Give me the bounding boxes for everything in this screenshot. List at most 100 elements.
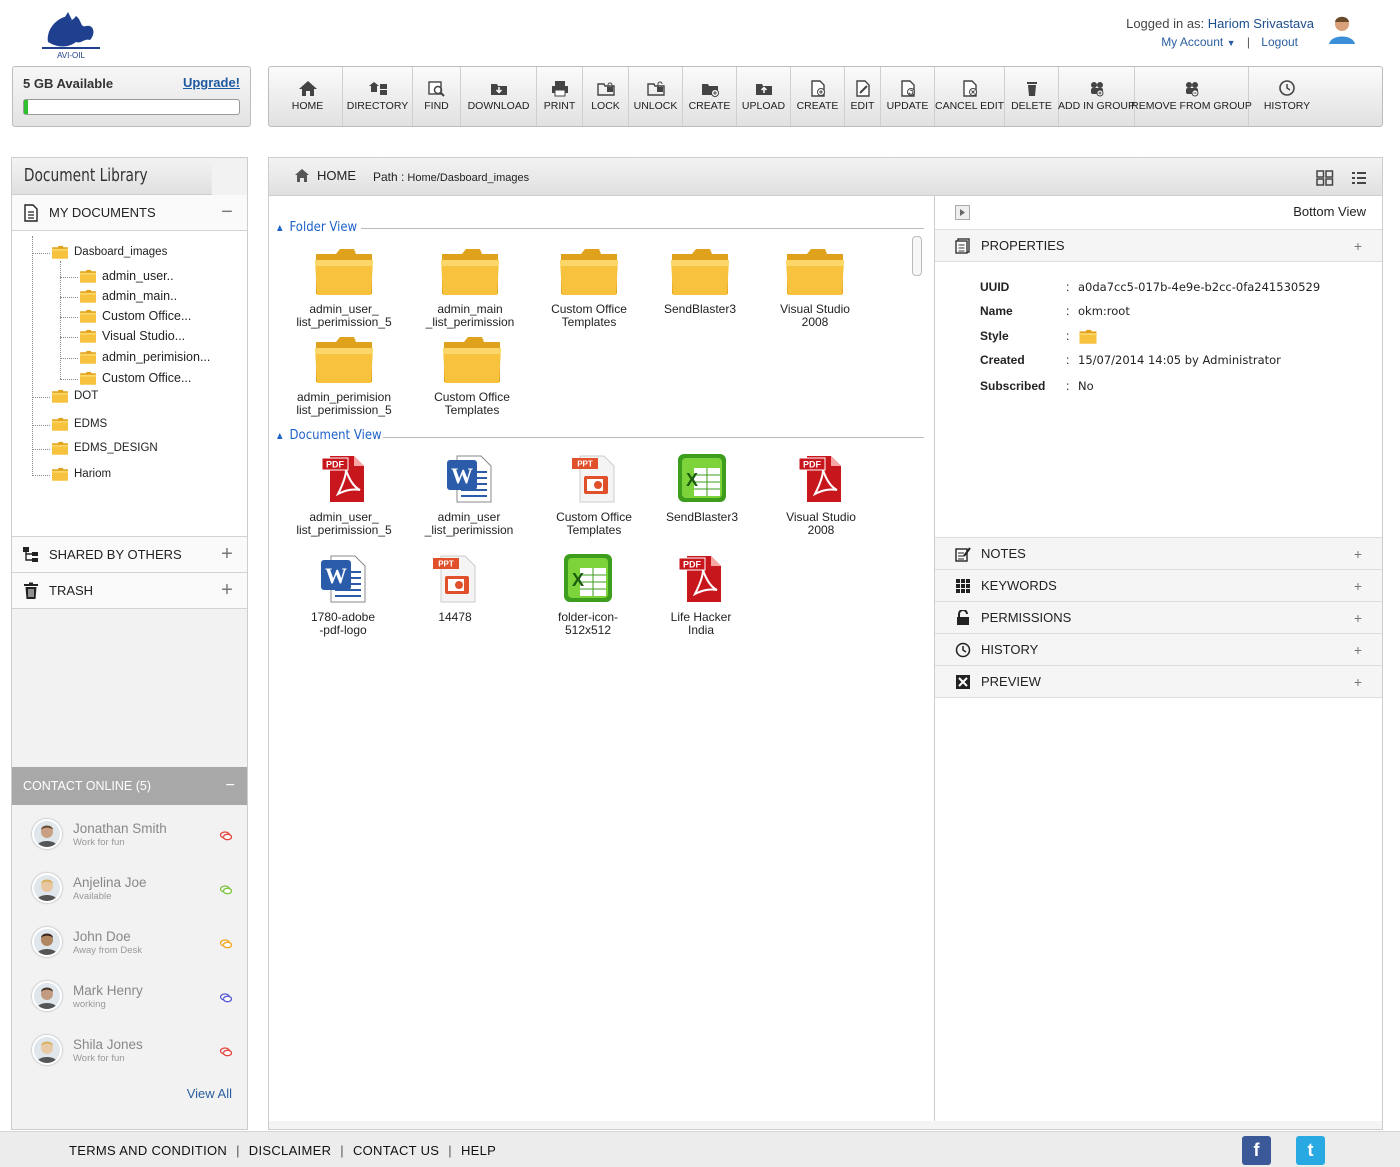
contact-item[interactable]: Jonathan Smith Work for fun [32,814,233,854]
logout-link[interactable]: Logout [1261,35,1298,49]
footer-link[interactable]: TERMS AND CONDITION [69,1143,227,1158]
toolbar-add-in-group-button[interactable]: ADD IN GROUP [1058,67,1135,126]
expand-icon[interactable]: + [1354,674,1362,690]
toolbar-edit-button[interactable]: EDIT [845,67,881,126]
folder-item[interactable]: Custom Office Templates [412,334,532,417]
section-notes[interactable]: NOTES + [935,538,1382,570]
toolbar-upload-button[interactable]: UPLOAD [737,67,791,126]
document-item[interactable]: PDF Life Hacker India [641,552,761,637]
expand-icon[interactable]: + [1354,578,1362,594]
expand-icon[interactable]: + [1354,546,1362,562]
user-avatar[interactable] [1326,12,1358,44]
footer-link[interactable]: DISCLAIMER [249,1143,331,1158]
tree-node-child[interactable]: admin_perimision... [78,350,210,364]
tree-node-child[interactable]: admin_user.. [78,269,174,283]
trash-icon [24,582,38,599]
chat-icon[interactable] [219,990,233,1003]
expand-icon[interactable]: + [1354,642,1362,658]
company-logo[interactable]: AVI-OIL [38,8,104,60]
chat-icon[interactable] [219,828,233,841]
toolbar-find-button[interactable]: FIND [413,67,461,126]
document-item[interactable]: PDF admin_user_ list_perimission_5 [284,452,404,537]
scrollbar-thumb[interactable] [912,236,922,276]
folder-item[interactable]: SendBlaster3 [640,246,760,316]
chat-icon[interactable] [219,882,233,895]
my-documents-header[interactable]: MY DOCUMENTS − [12,195,247,231]
section-preview[interactable]: PREVIEW + [935,666,1382,698]
expand-icon[interactable]: + [1354,238,1362,254]
tree-node-sibling[interactable]: EDMS_DESIGN [50,441,158,455]
toolbar-lock-button[interactable]: LOCK [583,67,629,126]
document-item[interactable]: Wadmin_user _list_perimission [409,452,529,537]
view-all-link[interactable]: View All [187,1086,232,1101]
document-item[interactable]: W 1780-adobe -pdf-logo [283,552,403,637]
tree-node-root[interactable]: Dasboard_images [50,245,167,259]
folder-view-title[interactable]: ▲ Folder View [277,220,357,235]
toolbar-remove-from-group-button[interactable]: REMOVE FROM GROUP [1131,67,1252,126]
tree-node-sibling[interactable]: Hariom [50,467,111,481]
property-colon: : [1066,329,1070,343]
section-permissions[interactable]: PERMISSIONS + [935,602,1382,634]
grid-view-icon[interactable] [1316,170,1334,186]
twitter-icon[interactable]: t [1296,1136,1325,1165]
toolbar-delete-button[interactable]: DELETE [1005,67,1059,126]
tree-node-sibling[interactable]: DOT [50,389,98,403]
collapse-icon[interactable]: − [217,201,237,224]
user-name[interactable]: Hariom Srivastava [1208,16,1314,31]
contact-online-header[interactable]: CONTACT ONLINE (5) − [12,767,247,805]
expand-icon[interactable]: + [217,579,237,602]
document-item[interactable]: PPT 14478 [395,552,515,624]
chat-icon[interactable] [219,936,233,949]
toolbar-unlock-button[interactable]: UNLOCK [629,67,683,126]
tree-node-child[interactable]: Custom Office... [78,371,191,385]
shared-by-others-header[interactable]: SHARED BY OTHERS + [12,537,247,573]
folder-item[interactable]: Visual Studio 2008 [755,246,875,329]
list-view-icon[interactable] [1351,170,1367,186]
expand-icon[interactable]: + [1354,610,1362,626]
toolbar-create-button[interactable]: CREATE [683,67,737,126]
folder-item[interactable]: admin_perimision list_perimission_5 [284,334,404,417]
expand-icon[interactable]: + [217,543,237,566]
home-breadcrumb[interactable]: HOME [294,168,356,183]
tree-node-child[interactable]: Visual Studio... [78,329,185,343]
contact-item[interactable]: Shila Jones Work for fun [32,1030,233,1070]
chat-icon[interactable] [219,1044,233,1057]
document-view-title[interactable]: ▲ Document View [277,428,382,443]
section-history[interactable]: HISTORY + [935,634,1382,666]
folder-item[interactable]: Custom Office Templates [529,246,649,329]
document-item[interactable]: PDF Visual Studio 2008 [761,452,881,537]
contact-item[interactable]: John Doe Away from Desk [32,922,233,962]
footer-link[interactable]: CONTACT US [353,1143,439,1158]
toolbar-print-button[interactable]: PRINT [537,67,583,126]
upgrade-link[interactable]: Upgrade! [183,75,240,90]
tree-node-child[interactable]: Custom Office... [78,309,191,323]
toolbar-update-button[interactable]: UPDATE [881,67,935,126]
toolbar-history-button[interactable]: HISTORY [1249,67,1325,126]
play-arrow-icon[interactable] [955,205,970,220]
toolbar-home-button[interactable]: HOME [273,67,343,126]
toolbar-directory-button[interactable]: DIRECTORY [343,67,413,126]
collapse-icon[interactable]: − [226,767,235,805]
contact-item[interactable]: Anjelina Joe Available [32,868,233,908]
bottom-view-label[interactable]: Bottom View [1293,204,1366,219]
contact-name: Jonathan Smith [73,820,167,836]
tree-node-sibling[interactable]: EDMS [50,417,107,431]
contact-item[interactable]: Mark Henry working [32,976,233,1016]
toolbar-cancel-edit-button[interactable]: CANCEL EDIT [935,67,1005,126]
document-item[interactable]: X SendBlaster3 [642,452,762,524]
footer-link[interactable]: HELP [461,1143,496,1158]
folder-item[interactable]: admin_main _list_perimission [410,246,530,329]
document-item[interactable]: Xfolder-icon- 512x512 [528,552,648,637]
tree-label: Custom Office... [102,371,192,385]
tree-node-child[interactable]: admin_main.. [78,289,177,303]
properties-header[interactable]: PROPERTIES + [935,230,1382,262]
section-keywords[interactable]: KEYWORDS + [935,570,1382,602]
document-item[interactable]: PPT Custom Office Templates [534,452,654,537]
home-icon [295,169,309,182]
toolbar-create-button[interactable]: CREATE [791,67,845,126]
trash-header[interactable]: TRASH + [12,573,247,609]
my-account-link[interactable]: My Account ▼ [1161,35,1235,49]
toolbar-download-button[interactable]: DOWNLOAD [461,67,537,126]
folder-item[interactable]: admin_user_ list_perimission_5 [284,246,404,329]
facebook-icon[interactable]: f [1242,1136,1271,1165]
